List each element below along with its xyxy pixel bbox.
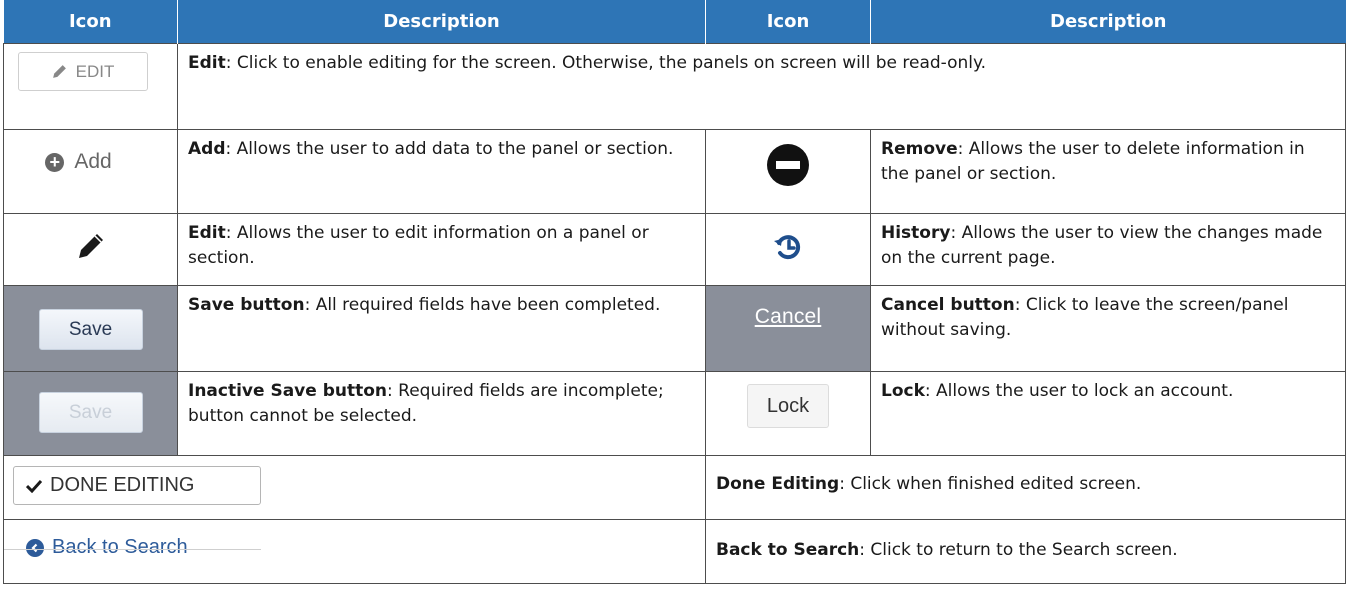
icon-cell: + Add xyxy=(3,129,178,214)
edit-screen-button[interactable]: EDIT xyxy=(17,52,148,91)
icon-cell: Save xyxy=(3,285,178,372)
description-cell: Inactive Save button: Required fields ar… xyxy=(177,371,706,456)
icon-cell xyxy=(705,129,871,214)
add-button-label: Add xyxy=(74,150,112,173)
description-text: : Click to enable editing for the screen… xyxy=(225,53,987,73)
icon-cell: EDIT xyxy=(3,43,178,130)
back-to-search-link[interactable]: Back to Search xyxy=(26,536,188,559)
pencil-icon xyxy=(52,65,66,78)
icon-cell xyxy=(705,213,871,286)
checkmark-icon xyxy=(26,479,42,493)
table-row: EDIT Edit: Click to enable editing for t… xyxy=(3,43,1346,130)
table-row: DONE EDITING Done Editing: Click when fi… xyxy=(3,455,1346,520)
term: Back to Search xyxy=(716,540,860,560)
divider xyxy=(4,549,261,550)
table-row: Edit: Allows the user to edit informatio… xyxy=(3,213,1346,286)
term: Lock xyxy=(881,381,925,401)
term: Edit xyxy=(188,53,226,73)
header-icon: Icon xyxy=(3,0,178,44)
table-row: Save Save button: All required fields ha… xyxy=(3,285,1346,372)
back-to-search-label: Back to Search xyxy=(52,536,188,558)
save-button[interactable]: Save xyxy=(38,309,143,350)
icon-cell: Cancel xyxy=(705,285,871,372)
table-header-row: Icon Description Icon Description xyxy=(3,0,1346,44)
header-description: Description xyxy=(177,0,706,44)
icon-cell xyxy=(3,213,178,286)
term: History xyxy=(881,223,951,243)
description-cell: History: Allows the user to view the cha… xyxy=(870,213,1346,286)
edit-screen-button-label: EDIT xyxy=(75,61,115,81)
description-cell: Remove: Allows the user to delete inform… xyxy=(870,129,1346,214)
icon-cell: DONE EDITING xyxy=(3,455,706,520)
term: Edit xyxy=(188,223,226,243)
term: Remove xyxy=(881,139,958,159)
term: Done Editing xyxy=(716,474,840,494)
description-cell: Edit: Click to enable editing for the sc… xyxy=(177,43,1346,130)
description-text: : Click to return to the Search screen. xyxy=(859,540,1178,560)
description-cell: Cancel button: Click to leave the screen… xyxy=(870,285,1346,372)
icon-cell: Lock xyxy=(705,371,871,456)
description-text: : Click when finished edited screen. xyxy=(839,474,1142,494)
description-cell: Add: Allows the user to add data to the … xyxy=(177,129,706,214)
icon-reference-table: Icon Description Icon Description EDIT E… xyxy=(3,0,1346,584)
table-row: + Add Add: Allows the user to add data t… xyxy=(3,129,1346,214)
chevron-left-circle-icon xyxy=(26,538,44,557)
description-text: : All required fields have been complete… xyxy=(304,295,661,315)
history-icon[interactable] xyxy=(772,231,804,263)
description-cell: Done Editing: Click when finished edited… xyxy=(705,455,1346,520)
header-icon: Icon xyxy=(705,0,871,44)
done-editing-button[interactable]: DONE EDITING xyxy=(13,466,261,505)
table-row: Save Inactive Save button: Required fiel… xyxy=(3,371,1346,456)
icon-cell: Save xyxy=(3,371,178,456)
term: Inactive Save button xyxy=(188,381,388,401)
description-text: : Allows the user to edit information on… xyxy=(188,223,649,268)
description-cell: Lock: Allows the user to lock an account… xyxy=(870,371,1346,456)
term: Save button xyxy=(188,295,305,315)
description-text: : Allows the user to lock an account. xyxy=(924,381,1234,401)
description-cell: Save button: All required fields have be… xyxy=(177,285,706,372)
term: Cancel button xyxy=(881,295,1015,315)
icon-cell: Back to Search xyxy=(3,519,706,584)
term: Add xyxy=(188,139,226,159)
description-cell: Edit: Allows the user to edit informatio… xyxy=(177,213,706,286)
inactive-save-button: Save xyxy=(38,392,143,433)
done-editing-label: DONE EDITING xyxy=(50,474,195,496)
add-button[interactable]: + Add xyxy=(45,150,112,174)
circle-plus-icon: + xyxy=(45,152,65,172)
header-description: Description xyxy=(870,0,1346,44)
minus-circle-icon[interactable] xyxy=(767,144,809,186)
description-cell: Back to Search: Click to return to the S… xyxy=(705,519,1346,584)
table-row: Back to Search Back to Search: Click to … xyxy=(3,519,1346,584)
lock-button[interactable]: Lock xyxy=(747,384,829,428)
description-text: : Allows the user to add data to the pan… xyxy=(225,139,674,159)
cancel-button[interactable]: Cancel xyxy=(755,305,822,329)
pencil-icon[interactable] xyxy=(75,230,107,262)
